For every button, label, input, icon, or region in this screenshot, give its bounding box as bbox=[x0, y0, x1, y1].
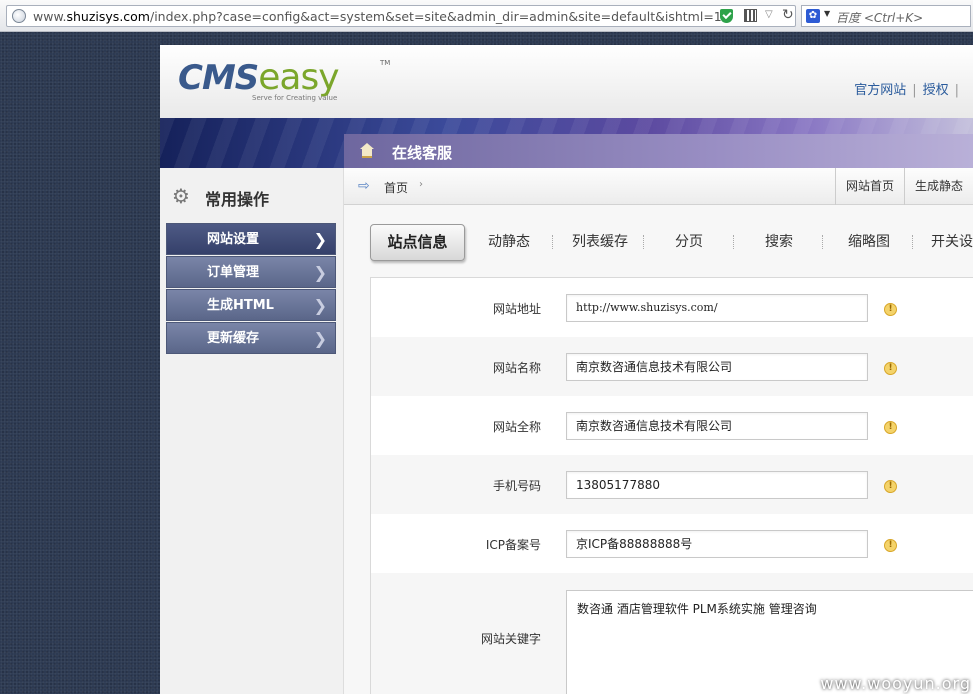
caret-down-icon[interactable]: ▼ bbox=[824, 9, 830, 18]
link-separator: | bbox=[912, 83, 917, 98]
sidebar-title: 常用操作 bbox=[205, 190, 270, 209]
reload-icon[interactable]: ↻ bbox=[782, 7, 794, 23]
site-home-link[interactable]: 网站首页 bbox=[834, 168, 904, 205]
form-row-icp: ICP备案号 京ICP备88888888号 ! bbox=[371, 514, 973, 573]
sidebar-item-label: 生成HTML bbox=[207, 298, 274, 313]
sidebar-item-generate-html[interactable]: 生成HTML ❯ bbox=[166, 289, 336, 321]
watermark: www.wooyun.org bbox=[820, 674, 971, 693]
tab-dynamic-static[interactable]: 动静态 bbox=[488, 231, 530, 251]
logo-trademark: TM bbox=[380, 59, 391, 67]
url-prefix: www. bbox=[33, 9, 67, 24]
app-header: CMSeasy TM Serve for Creating value 官方网站… bbox=[160, 45, 973, 118]
tab-site-info[interactable]: 站点信息 bbox=[370, 224, 465, 261]
shield-icon[interactable] bbox=[720, 9, 733, 23]
field-label: 手机号码 bbox=[492, 479, 541, 493]
header-links: 官方网站 | 授权 | bbox=[854, 79, 965, 98]
tab-divider bbox=[733, 235, 734, 249]
field-label: 网站关键字 bbox=[480, 632, 541, 646]
logo-cms-text: CMS bbox=[178, 58, 259, 98]
home-icon bbox=[360, 143, 374, 158]
icp-field[interactable]: 京ICP备88888888号 bbox=[566, 530, 868, 558]
form-row-mobile: 手机号码 13805177880 ! bbox=[371, 455, 973, 514]
info-warning-icon[interactable]: ! bbox=[884, 362, 897, 375]
info-warning-icon[interactable]: ! bbox=[884, 421, 897, 434]
form-row-site-url: 网站地址 http://www.shuzisys.com/ ! bbox=[371, 278, 973, 337]
chevron-right-icon: ❯ bbox=[313, 263, 327, 282]
breadcrumb: ⇨ 首页 › 网站首页 生成静态 bbox=[344, 168, 973, 205]
globe-icon bbox=[12, 9, 26, 23]
sidebar-item-update-cache[interactable]: 更新缓存 ❯ bbox=[166, 322, 336, 354]
tab-search[interactable]: 搜索 bbox=[765, 231, 793, 251]
url-text[interactable]: www.shuzisys.com/index.php?case=config&a… bbox=[33, 9, 722, 24]
banner: 在线客服 bbox=[160, 118, 973, 168]
form-row-site-fullname: 网站全称 南京数咨通信息技术有限公司 ! bbox=[371, 396, 973, 455]
settings-tabs: 站点信息 动静态 列表缓存 分页 搜索 缩略图 开关设 bbox=[344, 205, 973, 277]
breadcrumb-separator-icon: › bbox=[419, 179, 423, 190]
info-warning-icon[interactable]: ! bbox=[884, 480, 897, 493]
breadcrumb-home[interactable]: 首页 bbox=[384, 179, 408, 196]
browser-toolbar: www.shuzisys.com/index.php?case=config&a… bbox=[0, 0, 973, 32]
gears-icon: ⚙ bbox=[172, 184, 190, 208]
tab-divider bbox=[552, 235, 553, 249]
field-label: 网站地址 bbox=[492, 302, 541, 316]
site-fullname-field[interactable]: 南京数咨通信息技术有限公司 bbox=[566, 412, 868, 440]
tab-divider bbox=[822, 235, 823, 249]
form-row-site-name: 网站名称 南京数咨通信息技术有限公司 ! bbox=[371, 337, 973, 396]
tab-switch-settings[interactable]: 开关设 bbox=[931, 231, 973, 251]
tab-list-cache[interactable]: 列表缓存 bbox=[572, 231, 628, 251]
arrow-right-icon: ⇨ bbox=[358, 178, 370, 194]
tab-thumbnail[interactable]: 缩略图 bbox=[848, 231, 890, 251]
chevron-right-icon: ❯ bbox=[313, 296, 327, 315]
sidebar-menu: 网站设置 ❯ 订单管理 ❯ 生成HTML ❯ 更新缓存 ❯ bbox=[166, 223, 336, 355]
chevron-right-icon: ❯ bbox=[313, 230, 327, 249]
logo-tagline: Serve for Creating value bbox=[252, 94, 338, 102]
online-service-tab[interactable]: 在线客服 bbox=[344, 134, 973, 168]
logo: CMSeasy TM Serve for Creating value bbox=[178, 57, 390, 107]
baidu-paw-icon[interactable]: ✿ bbox=[806, 9, 820, 23]
address-bar[interactable]: www.shuzisys.com/index.php?case=config&a… bbox=[6, 5, 796, 27]
sidebar: ⚙ 常用操作 网站设置 ❯ 订单管理 ❯ 生成HTML ❯ 更新缓存 ❯ bbox=[160, 168, 344, 694]
chevron-right-icon: ❯ bbox=[313, 329, 327, 348]
site-name-field[interactable]: 南京数咨通信息技术有限公司 bbox=[566, 353, 868, 381]
info-warning-icon[interactable]: ! bbox=[884, 539, 897, 552]
tab-divider bbox=[643, 235, 644, 249]
generate-static-link[interactable]: 生成静态 bbox=[903, 168, 973, 205]
chevron-down-icon[interactable]: ▽ bbox=[765, 9, 773, 20]
mobile-field[interactable]: 13805177880 bbox=[566, 471, 868, 499]
field-label: ICP备案号 bbox=[485, 538, 541, 552]
tab-pagination[interactable]: 分页 bbox=[675, 231, 703, 251]
cms-admin-app: CMSeasy TM Serve for Creating value 官方网站… bbox=[160, 45, 973, 694]
site-url-field[interactable]: http://www.shuzisys.com/ bbox=[566, 294, 868, 322]
link-separator: | bbox=[954, 83, 959, 98]
field-label: 网站名称 bbox=[492, 361, 541, 375]
logo-easy-text: easy bbox=[258, 57, 339, 98]
url-domain: shuzisys.com bbox=[66, 9, 150, 24]
sidebar-item-label: 更新缓存 bbox=[207, 331, 260, 346]
sidebar-item-label: 订单管理 bbox=[207, 265, 260, 280]
sidebar-item-site-settings[interactable]: 网站设置 ❯ bbox=[166, 223, 336, 255]
sidebar-item-label: 网站设置 bbox=[207, 232, 260, 247]
license-link[interactable]: 授权 bbox=[923, 83, 949, 98]
search-placeholder: 百度 <Ctrl+K> bbox=[836, 11, 924, 25]
sidebar-item-orders[interactable]: 订单管理 ❯ bbox=[166, 256, 336, 288]
breadcrumb-actions: 网站首页 生成静态 bbox=[834, 168, 973, 205]
url-path: /index.php?case=config&act=system&set=si… bbox=[149, 9, 722, 24]
info-warning-icon[interactable]: ! bbox=[884, 303, 897, 316]
site-info-form: 网站地址 http://www.shuzisys.com/ ! 网站名称 南京数… bbox=[370, 277, 973, 694]
field-label: 网站全称 bbox=[492, 420, 541, 434]
official-site-link[interactable]: 官方网站 bbox=[854, 83, 906, 98]
qr-code-icon[interactable] bbox=[744, 9, 757, 22]
main-content: ⇨ 首页 › 网站首页 生成静态 站点信息 动静态 列表缓存 分页 搜索 缩略图… bbox=[344, 168, 973, 694]
online-service-label: 在线客服 bbox=[392, 144, 453, 162]
tab-divider bbox=[912, 235, 913, 249]
search-input[interactable]: ✿ ▼ 百度 <Ctrl+K> bbox=[801, 5, 971, 27]
